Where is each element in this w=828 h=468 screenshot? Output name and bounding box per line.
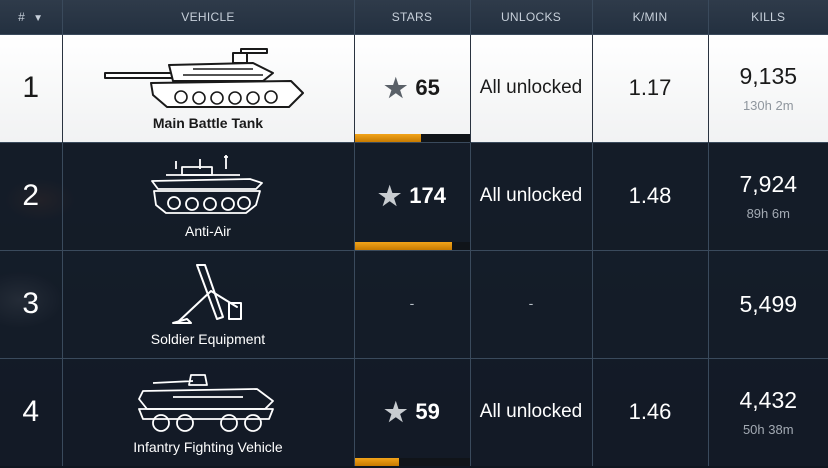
stars-cell: ★ 174 bbox=[354, 142, 471, 250]
unlocks-cell: All unlocked bbox=[470, 358, 593, 466]
rank-cell: 2 bbox=[0, 142, 63, 250]
header-kills[interactable]: KILLS bbox=[708, 0, 828, 34]
time-played: 130h 2m bbox=[742, 98, 794, 113]
table-row[interactable]: 3 Soldier Equipment - - 5,499 bbox=[0, 250, 828, 358]
stars-progress-bar bbox=[354, 241, 470, 250]
header-unlocks[interactable]: UNLOCKS bbox=[470, 0, 593, 34]
kills-cell: 7,924 89h 6m bbox=[708, 142, 828, 250]
stars-count: 174 bbox=[409, 183, 447, 208]
progress-fill bbox=[354, 241, 453, 250]
stars-progress-bar bbox=[354, 457, 470, 466]
kpm-cell: 1.17 bbox=[592, 34, 709, 142]
star-icon: ★ bbox=[384, 397, 408, 427]
kpm-cell: 1.46 bbox=[592, 358, 709, 466]
unlocks-cell: All unlocked bbox=[470, 34, 593, 142]
progress-fill bbox=[354, 457, 400, 466]
kills-cell: 5,499 bbox=[708, 250, 828, 358]
vehicle-name: Main Battle Tank bbox=[152, 115, 264, 131]
unlocks-cell: - bbox=[470, 250, 593, 358]
vehicle-name: Anti-Air bbox=[185, 223, 231, 239]
stars-count: 59 bbox=[415, 399, 440, 424]
tank-icon bbox=[104, 48, 304, 108]
rank-cell: 4 bbox=[0, 358, 63, 466]
stars-cell: ★ 65 bbox=[354, 34, 471, 142]
vehicle-name: Soldier Equipment bbox=[150, 331, 266, 347]
ifv-icon bbox=[138, 374, 274, 432]
vehicle-name: Infantry Fighting Vehicle bbox=[133, 439, 283, 455]
star-icon: ★ bbox=[377, 181, 402, 211]
header-vehicle[interactable]: VEHICLE bbox=[62, 0, 355, 34]
vehicle-cell: Soldier Equipment bbox=[62, 250, 355, 358]
kills-value: 7,924 bbox=[739, 171, 798, 197]
mortar-icon bbox=[172, 264, 242, 324]
vehicle-cell: Infantry Fighting Vehicle bbox=[62, 358, 355, 466]
header-kpm[interactable]: K/MIN bbox=[592, 0, 709, 34]
unlocks-value: - bbox=[528, 295, 534, 311]
header-stars[interactable]: STARS bbox=[354, 0, 471, 34]
vehicle-stats-table: #▼ VEHICLE STARS UNLOCKS K/MIN KILLS 1 bbox=[0, 0, 828, 466]
kills-cell: 4,432 50h 38m bbox=[708, 358, 828, 466]
stars-count: 65 bbox=[415, 75, 440, 100]
rank-cell: 3 bbox=[0, 250, 63, 358]
table-header: # ▼ VEHICLE STARS UNLOCKS K/MIN KILLS bbox=[0, 0, 828, 34]
unlocks-cell: All unlocked bbox=[470, 142, 593, 250]
sort-down-icon[interactable]: ▼ bbox=[33, 13, 43, 24]
table-row[interactable]: 1 Main Battle Tank ★ 65 All unlocked 1.1… bbox=[0, 34, 828, 142]
stars-cell: ★ 59 bbox=[354, 358, 471, 466]
time-played: 89h 6m bbox=[746, 206, 790, 221]
header-rank-label: # bbox=[18, 9, 26, 24]
stars-count: - bbox=[409, 295, 415, 311]
vehicle-cell: Main Battle Tank bbox=[62, 34, 355, 142]
kills-value: 4,432 bbox=[739, 387, 798, 413]
kpm-cell: 1.48 bbox=[592, 142, 709, 250]
table-row[interactable]: 4 Infantry Fighting Vehicle ★ 59 All unl… bbox=[0, 358, 828, 466]
progress-fill bbox=[354, 133, 422, 142]
table-row[interactable]: 2 Anti-Air ★ 174 All unlocked 1.48 7,924… bbox=[0, 142, 828, 250]
time-played: 50h 38m bbox=[742, 422, 794, 437]
vehicle-cell: Anti-Air bbox=[62, 142, 355, 250]
rank-cell: 1 bbox=[0, 34, 63, 142]
stars-cell: - bbox=[354, 250, 471, 358]
kpm-cell bbox=[592, 250, 709, 358]
kills-value: 9,135 bbox=[739, 63, 798, 89]
header-rank[interactable]: # ▼ bbox=[0, 0, 63, 34]
stars-progress-bar bbox=[354, 133, 470, 142]
kills-value: 5,499 bbox=[739, 290, 798, 317]
anti-air-icon bbox=[151, 155, 263, 214]
kills-cell: 9,135 130h 2m bbox=[708, 34, 828, 142]
star-icon: ★ bbox=[384, 73, 408, 103]
